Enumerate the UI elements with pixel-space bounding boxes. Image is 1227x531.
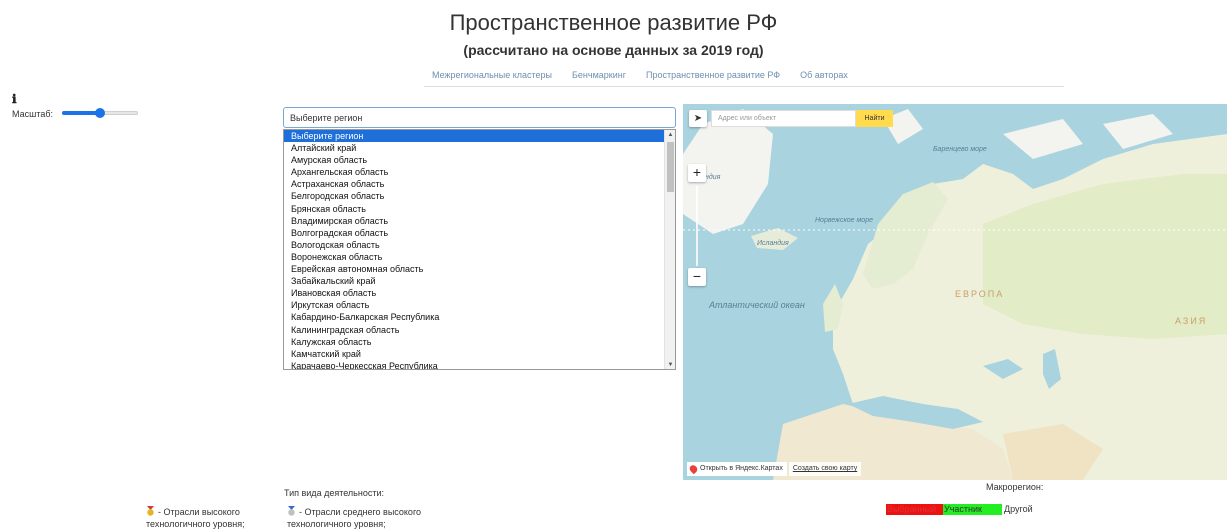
region-option[interactable]: Вологодская область <box>284 239 675 251</box>
region-option[interactable]: Забайкальский край <box>284 275 675 287</box>
region-option[interactable]: Калужская область <box>284 336 675 348</box>
region-option[interactable]: Камчатский край <box>284 348 675 360</box>
legend-mid-high-tech-label: - Отрасли среднего высокого технологично… <box>287 507 422 529</box>
activity-type-title: Тип вида деятельности: <box>284 488 384 498</box>
map-footer: Открыть в Яндекс.Картах Создать свою кар… <box>687 462 862 476</box>
region-option[interactable]: Астраханская область <box>284 178 675 190</box>
map-label-greenland: ндия <box>705 174 721 181</box>
address-search-input[interactable]: Адрес или объект <box>711 110 856 127</box>
scroll-down-icon[interactable]: ▼ <box>665 362 675 368</box>
region-option[interactable]: Владимирская область <box>284 215 675 227</box>
find-button[interactable]: Найти <box>856 110 893 127</box>
nav-link-authors[interactable]: Об авторах <box>800 70 848 80</box>
nav-link-spatial[interactable]: Пространственное развитие РФ <box>646 70 780 80</box>
region-option[interactable]: Иркутская область <box>284 299 675 311</box>
legend-high-tech-label: - Отрасли высокого технологичного уровня… <box>146 507 245 529</box>
region-option[interactable]: Карачаево-Черкесская Республика <box>284 360 675 369</box>
region-option[interactable]: Волгоградская область <box>284 227 675 239</box>
create-map-link[interactable]: Создать свою карту <box>788 462 862 476</box>
region-option[interactable]: Амурская область <box>284 154 675 166</box>
region-option[interactable]: Белгородская область <box>284 190 675 202</box>
zoom-track[interactable] <box>696 186 698 266</box>
scale-label: Масштаб: <box>12 109 54 119</box>
legend-mid-high-tech: - Отрасли среднего высокого технологично… <box>287 506 447 530</box>
map-label-europe: ЕВРОПА <box>955 289 1005 299</box>
page-title: Пространственное развитие РФ <box>449 10 778 35</box>
region-option[interactable]: Брянская область <box>284 203 675 215</box>
scrollbar-thumb[interactable] <box>667 142 674 192</box>
legend-high-tech: - Отрасли высокого технологичного уровня… <box>146 506 261 530</box>
region-option-placeholder[interactable]: Выберите регион <box>284 130 675 143</box>
scale-slider[interactable] <box>62 108 138 118</box>
map-label-barents: Баренцево море <box>933 146 987 153</box>
open-in-yandex-label: Открыть в Яндекс.Картах <box>700 465 783 472</box>
region-dropdown[interactable]: Выберите регион Алтайский край Амурская об… <box>283 129 676 370</box>
zoom-in-button[interactable]: + <box>688 164 706 182</box>
region-select[interactable]: Выберите регион <box>283 107 676 128</box>
dropdown-scrollbar[interactable]: ▲ ▼ <box>664 130 675 369</box>
geolocation-button[interactable]: ➤ <box>689 110 707 127</box>
macro-region-legend: Выбранный Участник Другой <box>886 504 1033 515</box>
info-icon[interactable]: ℹ <box>12 92 17 106</box>
region-option[interactable]: Ивановская область <box>284 287 675 299</box>
legend-participant: Участник <box>943 504 1002 515</box>
legend-selected: Выбранный <box>886 504 943 515</box>
main-nav: Межрегиональные кластеры Бенчмаркинг Про… <box>432 70 848 80</box>
map-label-iceland: Исландия <box>757 240 789 247</box>
region-option[interactable]: Еврейская автономная область <box>284 263 675 275</box>
scroll-up-icon[interactable]: ▲ <box>665 132 675 138</box>
silver-medal-icon <box>287 506 296 516</box>
map-label-asia: АЗИЯ <box>1175 316 1208 326</box>
region-option[interactable]: Архангельская область <box>284 166 675 178</box>
map-label-norwegian: Норвежское море <box>815 217 873 224</box>
nav-link-benchmarking[interactable]: Бенчмаркинг <box>572 70 626 80</box>
region-option[interactable]: Калининградская область <box>284 324 675 336</box>
nav-divider <box>424 86 1064 87</box>
region-option-list: Выберите регион Алтайский край Амурская об… <box>284 130 675 369</box>
map-pin-icon <box>688 463 699 475</box>
slider-thumb[interactable] <box>95 108 105 118</box>
macro-region-title: Макрорегион: <box>986 482 1044 492</box>
map-label-atlantic: Атлантический океан <box>709 300 805 310</box>
region-option[interactable]: Кабардино-Балкарская Республика <box>284 311 675 323</box>
region-option[interactable]: Воронежская область <box>284 251 675 263</box>
gold-medal-icon <box>146 506 155 516</box>
zoom-out-button[interactable]: − <box>688 268 706 286</box>
region-option[interactable]: Алтайский край <box>284 142 675 154</box>
yandex-map[interactable]: Баренцево море Норвежское море Исландия … <box>683 104 1227 480</box>
open-in-yandex-link[interactable]: Открыть в Яндекс.Картах <box>687 462 787 476</box>
zoom-control: + − <box>688 164 706 288</box>
nav-link-clusters[interactable]: Межрегиональные кластеры <box>432 70 552 80</box>
page-subtitle: (рассчитано на основе данных за 2019 год… <box>463 42 764 58</box>
legend-other: Другой <box>1004 504 1033 514</box>
